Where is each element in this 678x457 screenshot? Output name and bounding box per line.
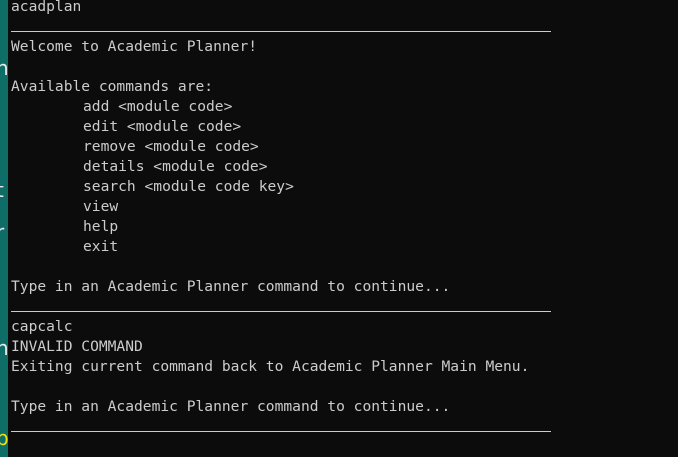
command-item-details: details <module code> [83,158,268,175]
strip-glyph: n [0,336,8,360]
separator-line [11,417,671,437]
background-window-edge: n l t r i n i p [0,0,8,457]
strip-glyph: t [0,180,8,200]
command-item-remove: remove <module code> [83,138,259,155]
exit-message: Exiting current command back to Academic… [11,358,530,375]
terminal-window[interactable]: n l t r i n i p acadplan Welcome to Acad… [0,0,678,457]
error-message: INVALID COMMAND [11,338,143,355]
command-item-search: search <module code key> [83,178,294,195]
prompt-message: Type in an Academic Planner command to c… [11,278,451,295]
command-item-exit: exit [83,238,119,255]
console-output[interactable]: acadplan Welcome to Academic Planner! Av… [11,0,671,437]
commands-header: Available commands are: [11,78,214,95]
strip-glyph: l [0,100,8,120]
command-item-edit: edit <module code> [83,118,242,135]
strip-glyph: i [0,298,8,318]
command-item-view: view [83,198,119,215]
strip-glyph: n [0,56,8,80]
welcome-message: Welcome to Academic Planner! [11,38,258,55]
separator-line [11,17,671,37]
separator-line [11,297,671,317]
strip-glyph: i [0,382,8,402]
command-item-add: add <module code> [83,98,233,115]
prompt-message: Type in an Academic Planner command to c… [11,398,451,415]
typed-command: acadplan [11,0,82,15]
strip-glyph: p [0,426,8,450]
strip-glyph: r [0,220,5,244]
command-item-help: help [83,218,119,235]
typed-command: capcalc [11,318,73,335]
